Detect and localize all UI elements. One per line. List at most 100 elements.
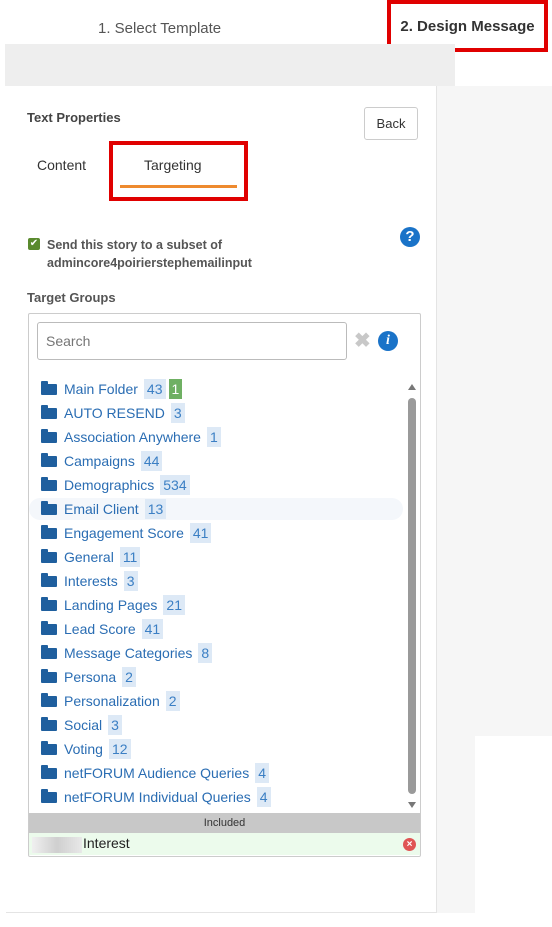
folder-icon [41, 428, 57, 443]
folder-count-badge: 2 [122, 667, 136, 687]
folder-icon [41, 740, 57, 755]
clear-icon[interactable]: ✖ [354, 331, 371, 351]
folder-icon [41, 716, 57, 731]
folder-name[interactable]: netFORUM Individual Queries [64, 789, 251, 805]
folder-row[interactable]: Association Anywhere 1 [29, 426, 403, 448]
help-icon[interactable]: ? [400, 227, 420, 247]
folder-included-count-badge: 1 [168, 379, 183, 399]
folder-row[interactable]: Engagement Score 41 [29, 522, 403, 544]
folder-name[interactable]: Persona [64, 669, 116, 685]
folder-icon [41, 476, 57, 491]
folder-row[interactable]: Main Folder 43 1 [29, 378, 403, 400]
tree-scrollbar[interactable] [406, 384, 418, 810]
folder-row[interactable]: Email Client 13 [29, 498, 403, 520]
folder-row[interactable]: Landing Pages 21 [29, 594, 403, 616]
wizard-steps: 1. Select Template 2. Design Message [0, 0, 552, 52]
preview-area-lower [437, 736, 475, 913]
folder-name[interactable]: Email Client [64, 501, 139, 517]
folder-icon [41, 524, 57, 539]
toolbar-strip [5, 44, 455, 86]
remove-icon[interactable]: × [403, 838, 416, 851]
folder-count-badge: 41 [141, 619, 164, 639]
folder-count-badge: 8 [198, 643, 213, 663]
folder-row[interactable]: Message Categories 8 [29, 642, 403, 664]
folder-count-badge: 2 [165, 691, 180, 711]
preview-area [437, 86, 552, 736]
subset-label: Send this story to a subset of admincore… [47, 236, 347, 272]
subset-label-line2: admincore4poirierstephemailinput [47, 256, 252, 270]
folder-icon [41, 404, 57, 419]
folder-icon [41, 500, 57, 515]
folder-count-badge: 13 [144, 499, 167, 519]
folder-count-badge: 44 [140, 451, 163, 471]
folder-icon [41, 764, 57, 779]
folder-name[interactable]: Personalization [64, 693, 160, 709]
tab-targeting[interactable]: Targeting [144, 157, 202, 173]
active-tab-underline [120, 185, 237, 188]
included-item-label: Interest [83, 835, 130, 851]
back-button[interactable]: Back [364, 107, 418, 140]
folder-count-badge: 41 [189, 523, 212, 543]
included-header: Included [29, 813, 420, 833]
folder-icon [41, 452, 57, 467]
included-item: Interest × [29, 833, 420, 855]
folder-name[interactable]: Engagement Score [64, 525, 184, 541]
folder-count-badge: 11 [119, 547, 141, 567]
folder-row[interactable]: netFORUM Audience Queries 4 [29, 762, 403, 784]
folder-icon [41, 620, 57, 635]
folder-name[interactable]: netFORUM Audience Queries [64, 765, 249, 781]
target-groups-box: ✖ i Main Folder431AUTO RESEND3Associatio… [28, 313, 421, 857]
folder-name[interactable]: General [64, 549, 114, 565]
folder-count-badge: 4 [256, 787, 271, 807]
folder-name[interactable]: Association Anywhere [64, 429, 201, 445]
folder-name[interactable]: Lead Score [64, 621, 136, 637]
folder-row[interactable]: Voting 12 [29, 738, 403, 760]
folder-icon [41, 788, 57, 803]
subset-label-line1: Send this story to a subset of [47, 238, 223, 252]
folder-name[interactable]: Demographics [64, 477, 154, 493]
folder-name[interactable]: Voting [64, 741, 103, 757]
folder-count-badge: 1 [206, 427, 221, 447]
folder-name[interactable]: AUTO RESEND [64, 405, 165, 421]
folder-row[interactable]: Personalization 2 [29, 690, 403, 712]
folder-name[interactable]: Social [64, 717, 102, 733]
folder-icon [41, 380, 57, 395]
search-input[interactable] [37, 322, 347, 360]
folder-row[interactable]: AUTO RESEND 3 [29, 402, 403, 424]
scroll-up-arrow-icon[interactable] [408, 384, 416, 390]
folder-icon [41, 668, 57, 683]
scroll-down-arrow-icon[interactable] [408, 802, 416, 808]
info-icon[interactable]: i [378, 331, 398, 351]
subset-checkbox[interactable]: ✔ [28, 238, 40, 250]
folder-icon [41, 596, 57, 611]
folder-count-badge: 4 [255, 763, 269, 783]
folder-count-badge: 21 [163, 595, 185, 615]
folder-icon [41, 644, 57, 659]
redacted-text [32, 837, 82, 853]
panel-title: Text Properties [27, 110, 121, 125]
folder-row[interactable]: Campaigns 44 [29, 450, 403, 472]
folder-count-badge: 12 [108, 739, 131, 759]
folder-icon [41, 548, 57, 563]
folder-row[interactable]: netFORUM Individual Queries 4 [29, 786, 403, 808]
folder-name[interactable]: Landing Pages [64, 597, 157, 613]
folder-row[interactable]: Social 3 [29, 714, 403, 736]
folder-name[interactable]: Campaigns [64, 453, 135, 469]
folder-name[interactable]: Message Categories [64, 645, 192, 661]
folder-row[interactable]: General 11 [29, 546, 403, 568]
scroll-thumb[interactable] [408, 398, 416, 794]
folder-row[interactable]: Interests 3 [29, 570, 403, 592]
target-groups-label: Target Groups [27, 290, 116, 305]
folder-row[interactable]: Lead Score 41 [29, 618, 403, 640]
folder-count-badge: 534 [160, 475, 190, 495]
step-select-template[interactable]: 1. Select Template [98, 20, 221, 37]
folder-icon [41, 692, 57, 707]
folder-row[interactable]: Demographics 534 [29, 474, 403, 496]
text-properties-panel: Text Properties Back Content Targeting ✔… [6, 86, 437, 913]
tab-content[interactable]: Content [37, 157, 86, 173]
folder-count-badge: 3 [123, 571, 138, 591]
folder-count-badge: 3 [170, 403, 185, 423]
folder-row[interactable]: Persona 2 [29, 666, 403, 688]
folder-name[interactable]: Main Folder [64, 381, 138, 397]
folder-name[interactable]: Interests [64, 573, 118, 589]
